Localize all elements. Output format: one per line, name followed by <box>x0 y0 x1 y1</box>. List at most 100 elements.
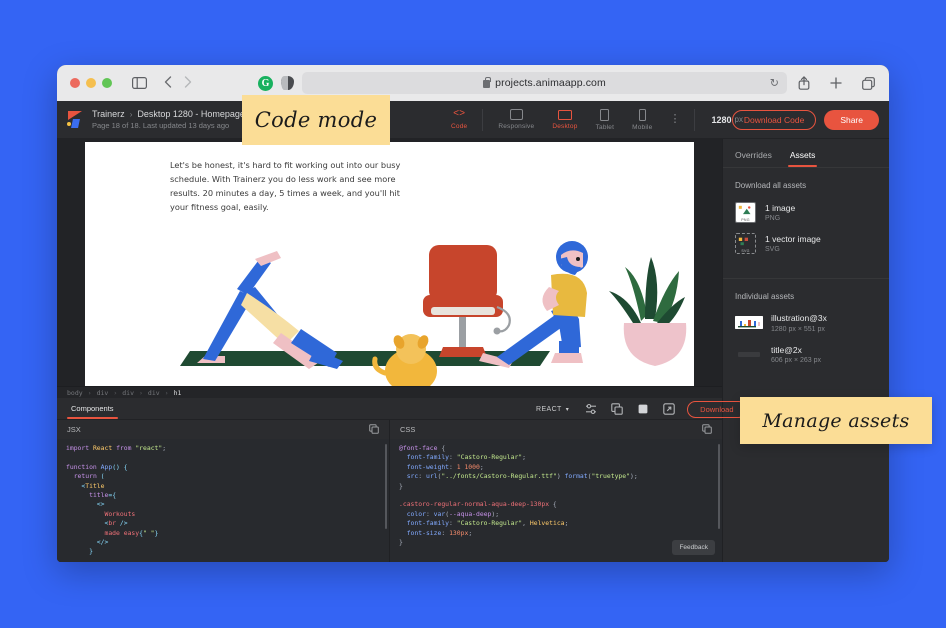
device-desktop-button[interactable]: Desktop <box>543 101 586 138</box>
bundle-format-png: PNG <box>765 215 781 223</box>
app-body: Let's be honest, it's hard to fit workin… <box>57 139 889 562</box>
css-pane: CSS @font-face { font-family: "Castoro-R… <box>389 420 722 562</box>
title-thumbnail <box>735 348 763 361</box>
tabs-icon[interactable] <box>859 74 877 92</box>
asset-name-title: title@2x <box>771 344 802 355</box>
share-icon[interactable] <box>795 74 813 92</box>
device-label-mobile: Mobile <box>632 123 653 131</box>
back-arrow-icon[interactable] <box>164 76 172 90</box>
dom-crumb-current[interactable]: h1 <box>174 389 182 397</box>
header-divider-2 <box>694 108 696 131</box>
share-button[interactable]: Share <box>824 109 879 130</box>
maximize-window-button[interactable] <box>102 78 112 88</box>
dom-crumb-2[interactable]: div <box>122 389 134 397</box>
minimize-window-button[interactable] <box>86 78 96 88</box>
individual-assets-section: Individual assets illustration@3x 1280 p… <box>723 279 889 390</box>
jsx-code[interactable]: import React from "react"; function App(… <box>57 439 389 562</box>
css-scrollbar[interactable] <box>718 444 720 529</box>
illustration-thumbnail <box>735 316 763 330</box>
download-code-button[interactable]: Download Code <box>731 109 817 130</box>
tab-overrides[interactable]: Overrides <box>735 150 772 167</box>
header-divider-1 <box>482 108 484 131</box>
address-bar[interactable]: projects.animaapp.com ↻ <box>302 72 787 94</box>
tab-assets[interactable]: Assets <box>787 150 817 167</box>
dom-crumb-sep-3: › <box>164 388 169 397</box>
png-thumbnail-icon: PNG <box>735 202 756 223</box>
download-all-section: Download all assets PNG 1 image PNG SVG <box>723 168 889 278</box>
bundle-row-png[interactable]: PNG 1 image PNG <box>735 202 877 223</box>
code-brackets-icon: <> <box>453 108 466 120</box>
asset-row-illustration[interactable]: illustration@3x 1280 px × 551 px <box>735 313 877 333</box>
feedback-button[interactable]: Feedback <box>672 539 715 555</box>
svg-thumbnail-icon: SVG <box>735 233 756 254</box>
editor-tab-bar: Components REACT ▾ Download <box>57 398 771 420</box>
new-tab-icon[interactable] <box>827 74 845 92</box>
grammarly-extension-icon[interactable]: G <box>258 75 273 91</box>
css-code[interactable]: @font-face { font-family: "Castoro-Regul… <box>390 439 722 562</box>
png-tag-label: PNG <box>741 217 750 222</box>
download-all-heading: Download all assets <box>735 181 807 190</box>
bundle-row-svg[interactable]: SVG 1 vector image SVG <box>735 233 877 254</box>
code-mode-label: Code <box>451 122 468 130</box>
stop-square-icon[interactable] <box>630 398 656 420</box>
preview-paragraph: Let's be honest, it's hard to fit workin… <box>170 160 401 212</box>
page-preview[interactable]: Let's be honest, it's hard to fit workin… <box>85 142 694 386</box>
jsx-scrollbar[interactable] <box>385 444 387 529</box>
bundle-format-svg: SVG <box>765 246 780 254</box>
device-tablet-button[interactable]: Tablet <box>587 101 624 138</box>
annotation-manage-assets: Manage assets <box>740 397 932 444</box>
css-lang-label: CSS <box>400 425 416 434</box>
chevron-down-icon: ▾ <box>565 406 570 413</box>
jsx-pane-header: JSX <box>57 420 389 439</box>
page-meta-text: Page 18 of 18. Last updated 13 days ago <box>92 121 230 130</box>
framework-value: REACT <box>536 405 562 413</box>
close-window-button[interactable] <box>70 78 80 88</box>
dom-crumb-1[interactable]: div <box>97 389 109 397</box>
copy-frame-icon[interactable] <box>604 398 630 420</box>
open-external-icon[interactable] <box>656 398 682 420</box>
responsive-icon <box>509 109 523 120</box>
asset-dims-illustration: 1280 px × 551 px <box>771 325 825 333</box>
assets-panel: Overrides Assets Download all assets PNG… <box>722 139 889 562</box>
breadcrumb-project[interactable]: Trainerz <box>92 109 125 119</box>
dom-crumb-3[interactable]: div <box>148 389 160 397</box>
code-panes: JSX import React from "react"; function … <box>57 420 722 562</box>
project-breadcrumb[interactable]: Trainerz › Desktop 1280 - Homepage ⌄ Pag… <box>92 109 256 130</box>
device-mobile-button[interactable]: Mobile <box>623 101 661 138</box>
code-mode-button[interactable]: <> Code <box>442 101 476 138</box>
dom-breadcrumb[interactable]: body › div › div › div › h1 <box>57 385 722 399</box>
framework-select[interactable]: REACT ▾ <box>527 406 578 413</box>
editor-download-button[interactable]: Download <box>687 400 747 418</box>
more-options-icon[interactable]: ⋮ <box>661 114 688 125</box>
reload-icon[interactable]: ↻ <box>770 77 779 90</box>
design-canvas[interactable]: Let's be honest, it's hard to fit workin… <box>57 139 722 386</box>
asset-name-illustration: illustration@3x <box>771 313 827 323</box>
sidebar-toggle-icon[interactable] <box>130 74 148 92</box>
dom-crumb-sep-0: › <box>87 388 92 397</box>
url-text: projects.animaapp.com <box>495 77 606 89</box>
device-responsive-button[interactable]: Responsive <box>489 101 543 138</box>
breadcrumb-page[interactable]: Desktop 1280 - Homepage <box>137 109 245 119</box>
bundle-name-svg: 1 vector image <box>765 233 821 244</box>
browser-toolbar: G projects.animaapp.com ↻ <box>57 65 889 101</box>
dom-crumb-0[interactable]: body <box>67 389 83 397</box>
lock-icon <box>483 76 491 88</box>
shield-extension-icon[interactable] <box>281 76 294 90</box>
window-traffic-lights[interactable] <box>67 78 112 88</box>
settings-sliders-icon[interactable] <box>578 398 604 420</box>
anima-logo-icon[interactable] <box>67 111 84 128</box>
forward-arrow-icon[interactable] <box>184 76 192 90</box>
mobile-icon <box>638 108 646 121</box>
copy-icon[interactable] <box>702 421 712 439</box>
individual-assets-heading: Individual assets <box>735 292 795 301</box>
header-mode-controls: <> Code Responsive Desktop Tablet Mobile… <box>442 101 743 138</box>
device-label-responsive: Responsive <box>498 123 535 130</box>
asset-row-title[interactable]: title@2x 606 px × 263 px <box>735 344 877 364</box>
copy-icon[interactable] <box>369 421 379 439</box>
dom-crumb-sep-2: › <box>139 388 143 397</box>
browser-nav-arrows[interactable] <box>164 76 192 90</box>
tab-components[interactable]: Components <box>67 398 118 419</box>
breadcrumb-separator: › <box>129 109 133 119</box>
canvas-width-value[interactable]: 1280 <box>711 115 731 125</box>
annotation-code-mode: Code mode <box>242 95 390 145</box>
